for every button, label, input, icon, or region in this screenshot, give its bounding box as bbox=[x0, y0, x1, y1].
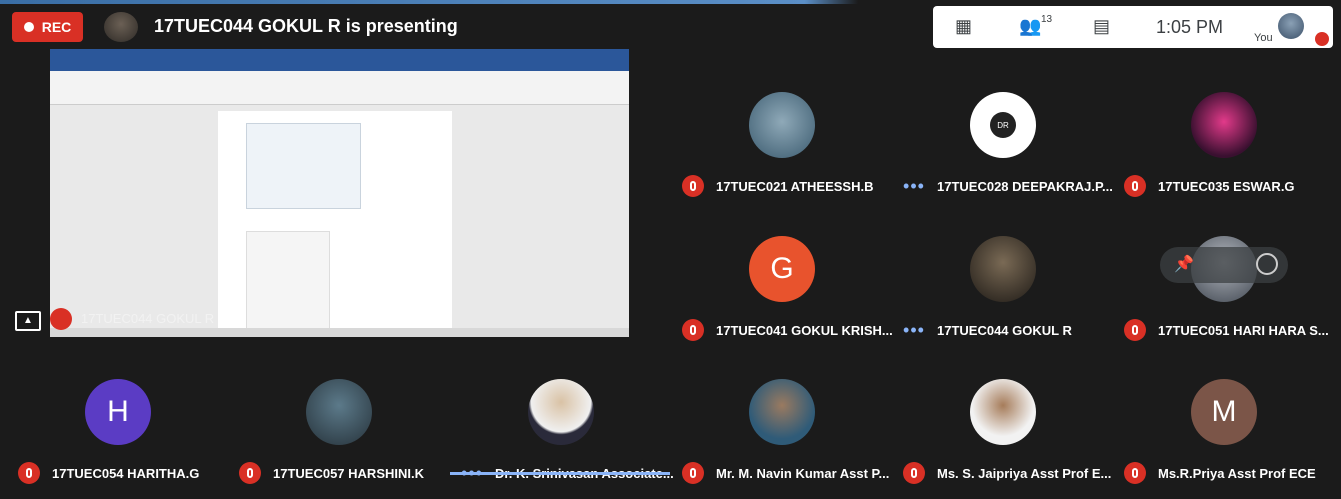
sensor-panel bbox=[246, 231, 330, 333]
avatar: DR bbox=[970, 92, 1036, 158]
participant-tile[interactable]: •••Dr. K. Srinivasan Associate... bbox=[451, 364, 674, 499]
participant-count: 13 bbox=[1041, 14, 1053, 25]
top-toolbar: ▦ 👥 13 ▤ 1:05 PM You bbox=[933, 6, 1333, 48]
participant-tile[interactable]: Ms. S. Jaipriya Asst Prof E... bbox=[893, 364, 1113, 499]
avatar bbox=[749, 92, 815, 158]
muted-icon bbox=[682, 319, 704, 341]
shared-screen[interactable] bbox=[50, 49, 629, 337]
participant-name: 17TUEC035 ESWAR.G bbox=[1158, 178, 1295, 194]
muted-icon bbox=[18, 462, 40, 484]
more-options-icon[interactable]: ••• bbox=[903, 177, 925, 195]
avatar bbox=[970, 236, 1036, 302]
participant-tile[interactable]: ••• 17TUEC044 GOKUL R bbox=[893, 221, 1113, 356]
participant-tile[interactable]: Mr. M. Navin Kumar Asst P... bbox=[672, 364, 892, 499]
avatar bbox=[749, 379, 815, 445]
participant-name: Ms. S. Jaipriya Asst Prof E... bbox=[937, 465, 1112, 481]
recording-label: REC bbox=[41, 19, 72, 35]
present-screen-icon[interactable]: ▲ bbox=[15, 311, 41, 331]
avatar bbox=[528, 379, 594, 445]
participant-tile[interactable]: DR ••• 17TUEC028 DEEPAKRAJ.P... bbox=[893, 77, 1113, 212]
participant-tile[interactable]: 17TUEC057 HARSHINI.K bbox=[229, 364, 449, 499]
presenting-banner: 17TUEC044 GOKUL R is presenting bbox=[154, 16, 458, 36]
avatar bbox=[306, 379, 372, 445]
participant-tile[interactable]: G 17TUEC041 GOKUL KRISH... bbox=[672, 221, 893, 356]
logo-icon: DR bbox=[990, 112, 1016, 138]
presenter-muted-icon bbox=[50, 308, 72, 330]
muted-icon bbox=[903, 462, 925, 484]
muted-icon bbox=[239, 462, 261, 484]
grid-layout-icon[interactable]: ▦ bbox=[955, 16, 972, 37]
participant-name: Ms.R.Priya Asst Prof ECE bbox=[1158, 465, 1316, 481]
participant-name: 17TUEC051 HARI HARA S... bbox=[1158, 322, 1329, 338]
word-title-bar bbox=[50, 49, 629, 62]
participant-name: 17TUEC021 ATHEESSH.B bbox=[716, 178, 874, 194]
avatar-initial: M bbox=[1211, 395, 1237, 428]
avatar bbox=[1191, 92, 1257, 158]
window-top-stripe bbox=[0, 0, 1341, 4]
record-dot-icon bbox=[23, 22, 34, 32]
avatar-initial: G bbox=[770, 252, 794, 285]
self-avatar[interactable] bbox=[1278, 13, 1304, 39]
pin-icon[interactable]: 📌 bbox=[1174, 254, 1194, 274]
word-status-bar bbox=[50, 328, 629, 337]
word-ribbon bbox=[50, 71, 629, 105]
muted-icon bbox=[1124, 175, 1146, 197]
participant-name: 17TUEC028 DEEPAKRAJ.P... bbox=[937, 178, 1113, 194]
participant-tile[interactable]: H 17TUEC054 HARITHA.G bbox=[8, 364, 228, 499]
presenter-avatar bbox=[104, 12, 138, 42]
recording-badge: REC bbox=[12, 12, 83, 42]
participant-name: 17TUEC041 GOKUL KRISH... bbox=[716, 322, 893, 338]
participant-tile[interactable]: 17TUEC051 HARI HARA S... bbox=[1114, 221, 1334, 356]
remove-icon[interactable] bbox=[1256, 253, 1278, 275]
avatar: G bbox=[749, 236, 815, 302]
participant-name: 17TUEC054 HARITHA.G bbox=[52, 465, 200, 481]
participant-tile[interactable]: 17TUEC021 ATHEESSH.B bbox=[672, 77, 892, 212]
muted-icon bbox=[682, 175, 704, 197]
avatar: M bbox=[1191, 379, 1257, 445]
avatar bbox=[970, 379, 1036, 445]
participant-tile[interactable]: M Ms.R.Priya Asst Prof ECE bbox=[1114, 364, 1334, 499]
word-ribbon-tabs bbox=[50, 62, 629, 71]
people-icon[interactable]: 👥 bbox=[1019, 16, 1041, 37]
clock: 1:05 PM bbox=[1156, 17, 1224, 37]
muted-icon bbox=[682, 462, 704, 484]
self-label: You bbox=[1254, 32, 1273, 44]
participant-tile[interactable]: 17TUEC035 ESWAR.G bbox=[1114, 77, 1334, 212]
chat-icon[interactable]: ▤ bbox=[1093, 16, 1110, 37]
self-muted-icon bbox=[1315, 32, 1329, 46]
shared-screen-name: 17TUEC044 GOKUL R bbox=[81, 311, 215, 326]
active-speaker-indicator bbox=[450, 472, 670, 475]
tile-hover-controls[interactable]: 📌 bbox=[1160, 247, 1288, 283]
embedded-screenshot bbox=[246, 123, 361, 209]
participant-name: 17TUEC057 HARSHINI.K bbox=[273, 465, 424, 481]
participant-name: Mr. M. Navin Kumar Asst P... bbox=[716, 465, 890, 481]
avatar: H bbox=[85, 379, 151, 445]
document-page bbox=[218, 111, 452, 337]
more-options-icon[interactable]: ••• bbox=[903, 321, 925, 339]
participant-name: 17TUEC044 GOKUL R bbox=[937, 322, 1072, 338]
muted-icon bbox=[1124, 462, 1146, 484]
avatar-initial: H bbox=[107, 395, 129, 428]
muted-icon bbox=[1124, 319, 1146, 341]
